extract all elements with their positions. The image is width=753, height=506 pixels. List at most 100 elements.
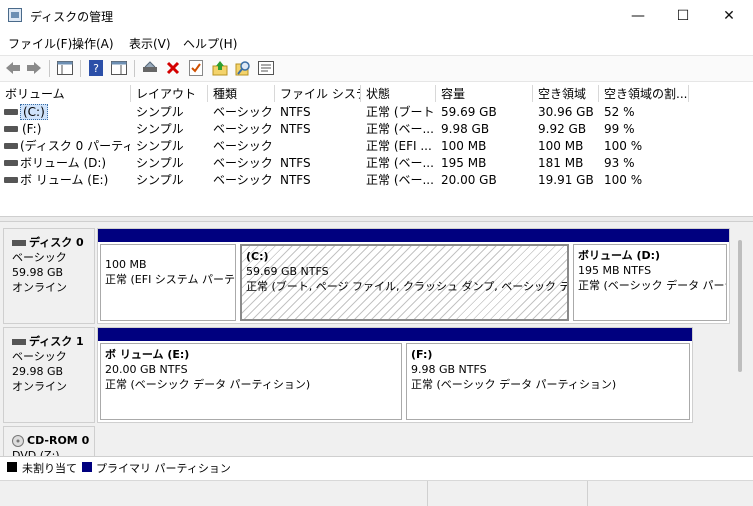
percent-cell: 100 %	[604, 139, 643, 153]
help-icon[interactable]: ?	[87, 59, 105, 77]
percent-cell: 52 %	[604, 105, 635, 119]
title-bar: ディスクの管理 — ☐ ✕	[0, 0, 753, 32]
partition-name: ボ リューム (E:)	[105, 348, 190, 361]
disk-0-partitions: 100 MB 正常 (EFI システム パーティ (C:) 59.69 GB N…	[97, 228, 730, 324]
close-button[interactable]: ✕	[706, 0, 752, 32]
partition-e[interactable]: ボ リューム (E:) 20.00 GB NTFS 正常 (ベーシック データ …	[98, 328, 404, 422]
refresh-up-icon[interactable]	[211, 59, 229, 77]
disk-view-scrollbar[interactable]	[738, 240, 742, 372]
column-free-space[interactable]: 空き領域	[533, 85, 599, 102]
free-cell: 100 MB	[538, 139, 584, 153]
volume-name: (C:)	[20, 104, 48, 120]
status-cell: 正常 (ブート...	[366, 105, 434, 119]
layout-cell: シンプル	[136, 139, 184, 153]
column-volume[interactable]: ボリューム	[0, 85, 131, 102]
back-icon[interactable]	[4, 59, 22, 77]
toolbar: ?	[0, 55, 753, 82]
type-cell: ベーシック	[213, 105, 273, 119]
percent-cell: 100 %	[604, 173, 643, 187]
disk-size: 59.98 GB	[12, 266, 64, 279]
fs-cell: NTFS	[280, 122, 311, 136]
disk-view: ディスク 0 ベーシック 59.98 GB オンライン 100 MB 正常 (E…	[0, 222, 753, 456]
primary-swatch	[82, 462, 92, 472]
type-cell: ベーシック	[213, 122, 273, 136]
legend-unallocated: 未割り当て	[22, 462, 77, 475]
drive-icon	[4, 109, 18, 115]
partition-c[interactable]: (C:) 59.69 GB NTFS 正常 (ブート, ページ ファイル, クラ…	[238, 229, 571, 323]
table-row[interactable]: (F:) シンプル ベーシック NTFS 正常 (ベー... 9.98 GB 9…	[0, 121, 753, 138]
partition-header	[571, 229, 729, 242]
menu-help[interactable]: ヘルプ(H)	[183, 35, 237, 52]
partition-status: 正常 (ベーシック データ パーティ	[578, 279, 726, 292]
status-pane	[587, 481, 753, 506]
fs-cell: NTFS	[280, 105, 311, 119]
volume-name: ボリューム (D:)	[20, 156, 107, 170]
menu-action[interactable]: 操作(A)	[72, 35, 114, 52]
minimize-button[interactable]: —	[615, 0, 661, 32]
fs-cell: NTFS	[280, 173, 311, 187]
menu-view[interactable]: 表示(V)	[129, 35, 171, 52]
column-status[interactable]: 状態	[361, 85, 436, 102]
settings-icon[interactable]	[257, 59, 275, 77]
column-layout[interactable]: レイアウト	[131, 85, 208, 102]
menu-bar: ファイル(F) 操作(A) 表示(V) ヘルプ(H)	[0, 32, 753, 54]
disk-kind: DVD (Z:)	[12, 449, 60, 456]
capacity-cell: 100 MB	[441, 139, 487, 153]
svg-text:?: ?	[93, 62, 99, 75]
table-row[interactable]: ボ リューム (E:) シンプル ベーシック NTFS 正常 (ベー... 20…	[0, 172, 753, 189]
type-cell: ベーシック	[213, 139, 273, 153]
drive-icon	[4, 143, 18, 149]
legend-primary: プライマリ パーティション	[96, 462, 231, 475]
column-free-percent[interactable]: 空き領域の割...	[599, 85, 689, 102]
disk-name: CD-ROM 0	[27, 434, 90, 447]
connect-drive-icon[interactable]	[141, 59, 159, 77]
table-row[interactable]: (ディスク 0 パーティシ... シンプル ベーシック 正常 (EFI ... …	[0, 138, 753, 155]
table-row[interactable]: (C:) シンプル ベーシック NTFS 正常 (ブート... 59.69 GB…	[0, 104, 753, 121]
partition-size: 59.69 GB NTFS	[246, 265, 329, 278]
drive-icon	[4, 126, 18, 132]
capacity-cell: 195 MB	[441, 156, 487, 170]
partition-f[interactable]: (F:) 9.98 GB NTFS 正常 (ベーシック データ パーティション)	[404, 328, 692, 422]
legend: 未割り当て プライマリ パーティション	[0, 456, 753, 477]
status-cell: 正常 (ベー...	[366, 156, 434, 170]
type-cell: ベーシック	[213, 173, 273, 187]
free-cell: 19.91 GB	[538, 173, 594, 187]
disk-state: オンライン	[12, 281, 67, 294]
disk-name: ディスク 1	[29, 335, 84, 348]
disk-kind: ベーシック	[12, 350, 67, 363]
column-capacity[interactable]: 容量	[436, 85, 533, 102]
menu-file[interactable]: ファイル(F)	[8, 35, 72, 52]
disk-1-label[interactable]: ディスク 1 ベーシック 29.98 GB オンライン	[3, 327, 95, 423]
disk-name: ディスク 0	[29, 236, 84, 249]
partition-name: ボリューム (D:)	[578, 249, 661, 262]
partition-header	[238, 229, 571, 242]
forward-icon[interactable]	[25, 59, 43, 77]
column-filesystem[interactable]: ファイル システム	[275, 85, 361, 102]
table-row[interactable]: ボリューム (D:) シンプル ベーシック NTFS 正常 (ベー... 195…	[0, 155, 753, 172]
properties-check-icon[interactable]	[187, 59, 205, 77]
percent-cell: 93 %	[604, 156, 635, 170]
maximize-button[interactable]: ☐	[660, 0, 706, 32]
volume-name: ボ リューム (E:)	[20, 173, 109, 187]
partition-status: 正常 (ベーシック データ パーティション)	[411, 378, 617, 391]
partition-efi[interactable]: 100 MB 正常 (EFI システム パーティ	[98, 229, 238, 323]
drive-icon	[4, 177, 18, 183]
partition-status: 正常 (ベーシック データ パーティション)	[105, 378, 311, 391]
console-tree-icon[interactable]	[56, 59, 74, 77]
column-type[interactable]: 種類	[208, 85, 275, 102]
type-cell: ベーシック	[213, 156, 273, 170]
delete-icon[interactable]	[164, 59, 182, 77]
partition-header	[98, 328, 404, 341]
disk-kind: ベーシック	[12, 251, 67, 264]
partition-d[interactable]: ボリューム (D:) 195 MB NTFS 正常 (ベーシック データ パーテ…	[571, 229, 729, 323]
disk-1-partitions: ボ リューム (E:) 20.00 GB NTFS 正常 (ベーシック データ …	[97, 327, 693, 423]
disk-size: 29.98 GB	[12, 365, 64, 378]
cdrom-0-label[interactable]: CD-ROM 0 DVD (Z:)	[3, 426, 95, 456]
disk-0-label[interactable]: ディスク 0 ベーシック 59.98 GB オンライン	[3, 228, 95, 324]
partition-size: 20.00 GB NTFS	[105, 363, 188, 376]
layout-cell: シンプル	[136, 122, 184, 136]
search-icon[interactable]	[234, 59, 252, 77]
action-pane-icon[interactable]	[110, 59, 128, 77]
drive-icon	[4, 160, 18, 166]
capacity-cell: 9.98 GB	[441, 122, 490, 136]
